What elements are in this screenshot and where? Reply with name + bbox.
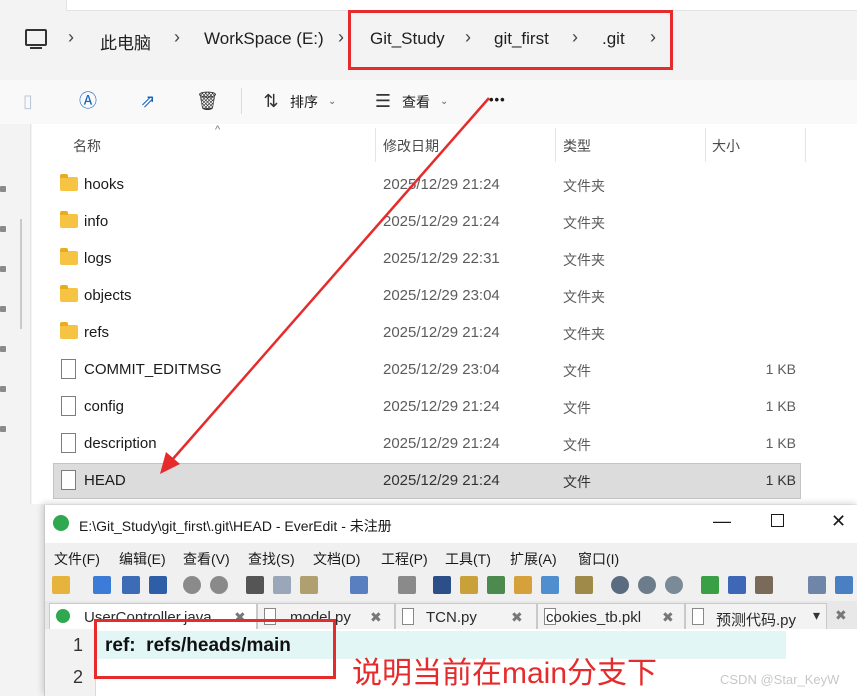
- annotation-arrow: [160, 97, 490, 474]
- annotation-note: 说明当前在main分支下: [352, 657, 658, 690]
- watermark: CSDN @Star_KeyW: [720, 672, 840, 687]
